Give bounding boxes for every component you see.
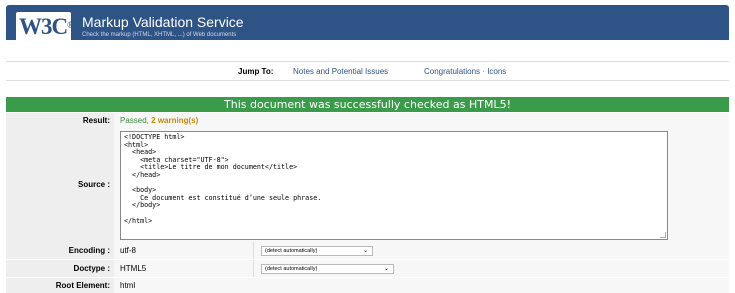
congrats-links: Congratulations · Icons [424, 67, 506, 76]
root-element-label: Root Element: [6, 278, 114, 293]
result-row: Result: Passed, 2 warning(s) [6, 113, 729, 128]
root-element-value: html [120, 281, 136, 290]
root-element-row: Root Element: html [6, 278, 729, 293]
w3c-logo[interactable]: W3C® [16, 12, 74, 42]
result-header: This document was successfully checked a… [6, 97, 729, 112]
notes-link[interactable]: Notes and Potential Issues [293, 67, 388, 76]
jump-bar: Jump To: Notes and Potential Issues Cong… [6, 61, 729, 81]
page-title[interactable]: Markup Validation Service [82, 14, 244, 30]
banner-bar: W3C® Markup Validation Service Check the… [6, 5, 729, 42]
source-code: <!DOCTYPE html> <html> <head> <meta char… [124, 133, 322, 225]
warnings-link[interactable]: 2 warning(s) [151, 116, 198, 125]
header-banner: W3C® Markup Validation Service Check the… [0, 0, 735, 46]
source-label: Source : [6, 128, 114, 242]
chevron-down-icon: ⌄ [383, 266, 389, 272]
link-separator: · [482, 67, 485, 76]
divider [253, 260, 254, 277]
divider [253, 242, 254, 259]
result-label: Result: [6, 113, 114, 128]
doctype-value: HTML5 [120, 264, 147, 273]
root-element-value-cell: html [114, 278, 729, 293]
source-row: Source : <!DOCTYPE html> <html> <head> <… [6, 128, 729, 242]
jump-to-label: Jump To: [238, 67, 274, 76]
encoding-label: Encoding : [6, 242, 114, 259]
doctype-row: Doctype : HTML5 (detect automatically) ⌄ [6, 260, 729, 277]
passed-text: Passed, [120, 116, 149, 125]
resize-grip-icon[interactable] [660, 232, 666, 238]
encoding-value-cell: utf-8 (detect automatically) ⌄ [114, 242, 729, 259]
encoding-select[interactable]: (detect automatically) ⌄ [261, 246, 373, 256]
congratulations-link[interactable]: Congratulations [424, 67, 480, 76]
doctype-select[interactable]: (detect automatically) ⌄ [261, 264, 394, 274]
encoding-value: utf-8 [120, 246, 137, 255]
icons-link[interactable]: Icons [487, 67, 506, 76]
doctype-value-cell: HTML5 (detect automatically) ⌄ [114, 260, 729, 277]
doctype-select-label: (detect automatically) [265, 266, 318, 272]
page-subtitle: Check the markup (HTML, XHTML, ...) of W… [82, 32, 237, 38]
encoding-row: Encoding : utf-8 (detect automatically) ⌄ [6, 242, 729, 259]
source-textarea[interactable]: <!DOCTYPE html> <html> <head> <meta char… [120, 131, 668, 240]
w3c-logo-text: W3C® [19, 14, 74, 39]
doctype-label: Doctype : [6, 260, 114, 277]
encoding-select-label: (detect automatically) [265, 248, 318, 254]
result-value: Passed, 2 warning(s) [114, 113, 729, 128]
chevron-down-icon: ⌄ [362, 248, 368, 254]
